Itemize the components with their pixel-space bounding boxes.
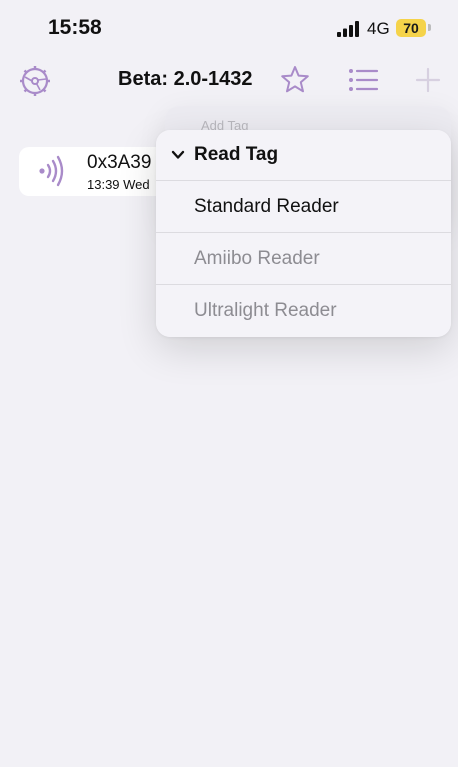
read-tag-menu: Read Tag Standard Reader Amiibo Reader U… xyxy=(156,130,451,337)
battery-level: 70 xyxy=(403,20,419,36)
page-title: Beta: 2.0-1432 xyxy=(118,68,253,90)
menu-item-label: Ultralight Reader xyxy=(194,300,337,321)
app-screen: 15:58 4G 70 Beta: 2.0-1432 0x3A39 13:39 … xyxy=(0,0,458,767)
nfc-signal-icon xyxy=(39,155,64,187)
menu-item-ultralight-reader: Ultralight Reader xyxy=(156,286,451,337)
network-type: 4G xyxy=(367,19,390,38)
menu-item-label: Amiibo Reader xyxy=(194,248,320,269)
plus-icon[interactable] xyxy=(414,66,442,94)
status-bar: 15:58 4G 70 xyxy=(0,0,458,56)
read-tag-menu-header[interactable]: Read Tag xyxy=(156,130,451,181)
status-time: 15:58 xyxy=(48,16,102,39)
tag-id: 0x3A39 xyxy=(87,152,152,173)
chevron-down-icon xyxy=(171,150,185,159)
menu-item-label: Standard Reader xyxy=(194,196,339,217)
navigation-bar: Beta: 2.0-1432 xyxy=(0,56,458,106)
battery-nub xyxy=(428,24,431,31)
tag-timestamp: 13:39 Wed xyxy=(87,177,150,192)
menu-header-label: Read Tag xyxy=(194,144,279,165)
menu-item-amiibo-reader: Amiibo Reader xyxy=(156,234,451,285)
battery-icon: 70 xyxy=(396,19,426,37)
menu-item-standard-reader[interactable]: Standard Reader xyxy=(156,182,451,233)
star-icon[interactable] xyxy=(279,64,311,96)
list-icon[interactable] xyxy=(347,66,379,94)
gear-icon[interactable] xyxy=(19,65,51,97)
signal-strength-icon xyxy=(337,21,359,37)
